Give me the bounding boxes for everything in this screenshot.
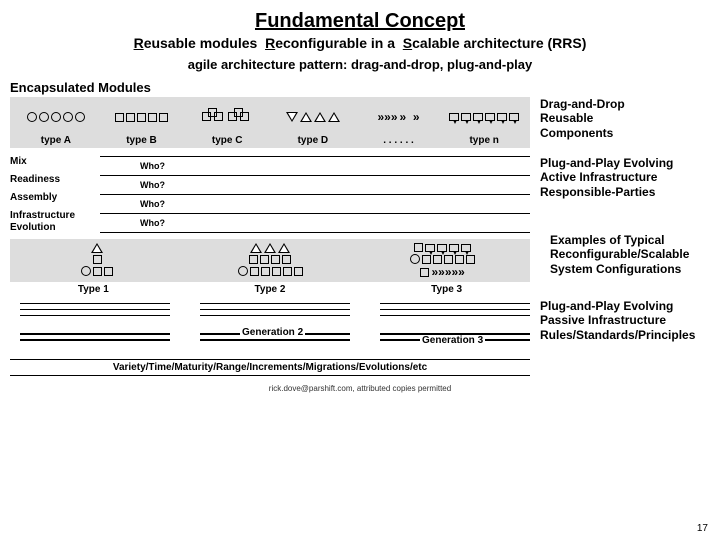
module-bin-d: type D	[273, 101, 353, 146]
square-icon	[93, 255, 102, 264]
bin-label: type A	[41, 135, 71, 146]
square-icon	[294, 267, 303, 276]
generation-label: Generation 2	[240, 327, 305, 338]
square-icon	[455, 255, 464, 264]
triangle-up-icon	[278, 243, 290, 253]
bin-label: type D	[298, 135, 329, 146]
circle-icon	[39, 112, 49, 122]
square-icon	[104, 267, 113, 276]
callout-icon	[425, 244, 435, 252]
module-bin-dots: »»» » » . . . . . .	[359, 101, 439, 146]
callout-icon	[437, 244, 447, 252]
triangle-up-icon	[328, 112, 340, 122]
config-type-2	[189, 243, 352, 278]
square-icon	[422, 255, 431, 264]
module-bin-n: type n	[444, 101, 524, 146]
chevron-right-icon: »»»»»	[431, 266, 464, 278]
type-label: Type 1	[78, 284, 109, 295]
square-icon	[283, 267, 292, 276]
chevron-right-icon: » »	[400, 111, 420, 123]
square-icon	[466, 255, 475, 264]
config-type-3: »»»»»	[361, 243, 524, 278]
page-number: 17	[697, 523, 708, 534]
chevron-right-icon: »»»	[378, 111, 398, 123]
callout-icon	[485, 113, 495, 121]
square-icon	[420, 268, 429, 277]
square-icon	[444, 255, 453, 264]
square-icon	[159, 113, 168, 122]
square-icon	[249, 255, 258, 264]
square-icon	[126, 113, 135, 122]
square-icon	[115, 113, 124, 122]
slide-subtitle-2: agile architecture pattern: drag-and-dro…	[10, 57, 710, 72]
circle-icon	[410, 254, 420, 264]
callout-icon	[473, 113, 483, 121]
bin-label: . . . . . .	[383, 135, 414, 146]
callout-icon	[449, 113, 459, 121]
infrastructure-table: Mix Readiness Assembly InfrastructureEvo…	[10, 156, 710, 233]
triangle-up-icon	[314, 112, 326, 122]
plug-play-passive-label: Plug-and-Play Evolving Passive Infrastru…	[540, 299, 710, 342]
module-bin-b: type B	[102, 101, 182, 146]
circle-icon	[27, 112, 37, 122]
infra-row-evolution: InfrastructureEvolution	[10, 210, 100, 228]
who-label: Who?	[140, 180, 165, 190]
circle-icon	[75, 112, 85, 122]
type-label: Type 2	[255, 284, 286, 295]
circle-icon	[63, 112, 73, 122]
who-label: Who?	[140, 199, 165, 209]
stacked-squares-icon	[202, 108, 226, 126]
who-label: Who?	[140, 218, 165, 228]
infra-row-readiness: Readiness	[10, 174, 100, 192]
triangle-down-icon	[286, 112, 298, 122]
square-icon	[282, 255, 291, 264]
triangle-up-icon	[264, 243, 276, 253]
bin-label: type n	[469, 135, 498, 146]
slide-title: Fundamental Concept	[10, 10, 710, 33]
bin-label: type C	[212, 135, 243, 146]
callout-icon	[461, 244, 471, 252]
stacked-squares-icon	[228, 108, 252, 126]
configurations-band: »»»»»	[10, 239, 530, 282]
triangle-up-icon	[300, 112, 312, 122]
infra-row-mix: Mix	[10, 156, 100, 174]
modules-band: type A type B	[10, 97, 530, 148]
infra-row-assembly: Assembly	[10, 192, 100, 210]
type-labels: Type 1 Type 2 Type 3	[10, 284, 530, 295]
callout-icon	[497, 113, 507, 121]
square-icon	[272, 267, 281, 276]
bin-label: type B	[126, 135, 157, 146]
bottom-axis: Variety/Time/Maturity/Range/Increments/M…	[10, 359, 530, 376]
square-icon	[271, 255, 280, 264]
generation-label: Generation 3	[420, 335, 485, 346]
config-type-1	[16, 243, 179, 278]
who-label: Who?	[140, 161, 165, 171]
footer-attribution: rick.dove@parshift.com, attributed copie…	[10, 384, 710, 393]
generations-diagram: Generation 2 Generation 3	[10, 299, 530, 355]
drag-drop-label: Drag-and-Drop Reusable Components	[540, 97, 625, 140]
examples-label: Examples of Typical Reconfigurable/Scala…	[540, 233, 710, 276]
square-icon	[433, 255, 442, 264]
callout-icon	[461, 113, 471, 121]
square-icon	[260, 255, 269, 264]
type-label: Type 3	[431, 284, 462, 295]
plug-play-active-label: Plug-and-Play Evolving Active Infrastruc…	[530, 156, 710, 199]
slide-subtitle: Reusable modules Reconfigurable in a Sca…	[10, 35, 710, 51]
square-icon	[250, 267, 259, 276]
circle-icon	[238, 266, 248, 276]
module-bin-c: type C	[187, 101, 267, 146]
square-icon	[93, 267, 102, 276]
triangle-up-icon	[250, 243, 262, 253]
circle-icon	[51, 112, 61, 122]
square-icon	[137, 113, 146, 122]
callout-icon	[509, 113, 519, 121]
callout-icon	[449, 244, 459, 252]
module-bin-a: type A	[16, 101, 96, 146]
square-icon	[261, 267, 270, 276]
square-icon	[414, 243, 423, 252]
circle-icon	[81, 266, 91, 276]
square-icon	[148, 113, 157, 122]
triangle-up-icon	[91, 243, 103, 253]
modules-header: Encapsulated Modules	[10, 80, 710, 95]
